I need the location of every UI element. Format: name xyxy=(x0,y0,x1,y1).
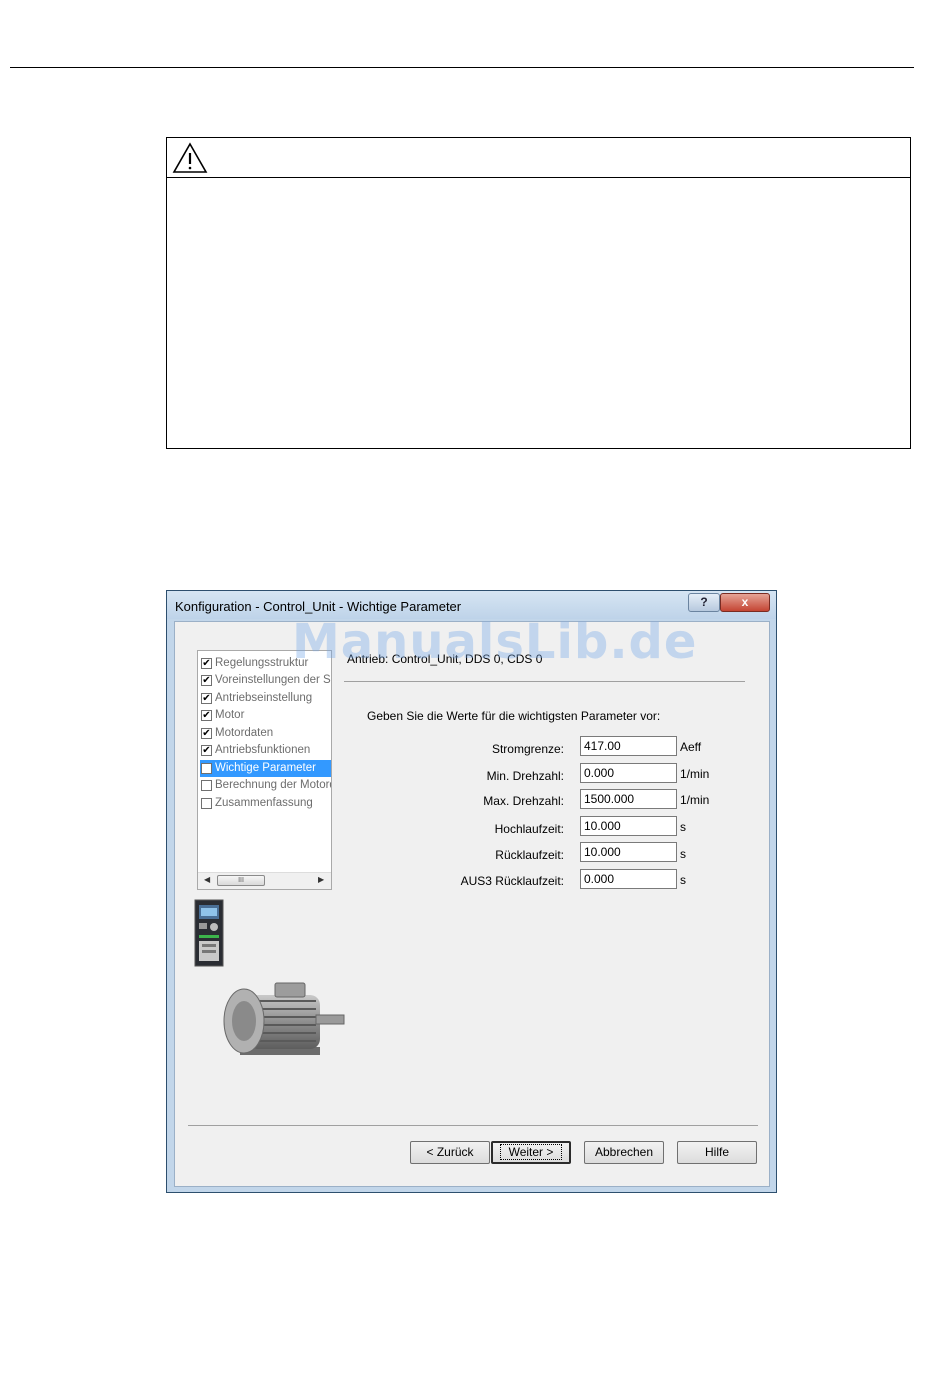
checkbox-checked-icon: ✔ xyxy=(201,710,212,721)
param-unit-ruecklaufzeit: s xyxy=(680,847,686,861)
tree-item-label: Voreinstellungen der Sollwerte xyxy=(215,674,331,686)
param-label-aus3-ruecklaufzeit: AUS3 Rücklaufzeit: xyxy=(460,874,564,888)
param-unit-min-drehzahl: 1/min xyxy=(680,767,710,781)
max-drehzahl-input[interactable] xyxy=(580,789,677,809)
tree-item-label: Berechnung der Motordaten xyxy=(215,779,331,791)
param-unit-stromgrenze: Aeff xyxy=(680,740,702,754)
motor-image xyxy=(223,982,345,1055)
help-button[interactable]: Hilfe xyxy=(677,1141,757,1164)
wizard-step-tree: ✔ Regelungsstruktur ✔ Voreinstellungen d… xyxy=(197,650,332,890)
tree-item-label: Antriebsfunktionen xyxy=(215,744,311,756)
stromgrenze-input[interactable] xyxy=(580,736,677,756)
param-unit-aus3-ruecklaufzeit: s xyxy=(680,873,686,887)
dialog-titlebar[interactable]: Konfiguration - Control_Unit - Wichtige … xyxy=(167,591,776,619)
config-dialog: Konfiguration - Control_Unit - Wichtige … xyxy=(166,590,777,1193)
tree-horizontal-scrollbar[interactable]: ◀ III ▶ xyxy=(198,872,331,889)
tree-item-wichtige-parameter[interactable]: Wichtige Parameter xyxy=(200,760,331,777)
param-label-min-drehzahl: Min. Drehzahl: xyxy=(486,769,564,783)
tree-item-label: Wichtige Parameter xyxy=(215,762,316,774)
next-button-label: Weiter > xyxy=(499,1144,563,1160)
cancel-button[interactable]: Abbrechen xyxy=(584,1141,664,1164)
param-label-max-drehzahl: Max. Drehzahl: xyxy=(483,794,564,808)
aus3-ruecklaufzeit-input[interactable] xyxy=(580,869,677,889)
checkbox-unchecked-icon xyxy=(201,798,212,809)
checkbox-checked-icon: ✔ xyxy=(201,693,212,704)
page-top-rule xyxy=(10,67,914,68)
scroll-thumb[interactable]: III xyxy=(217,875,265,886)
warning-triangle-icon xyxy=(172,142,208,173)
drive-label: Antrieb: Control_Unit, DDS 0, CDS 0 xyxy=(347,652,543,666)
warning-header xyxy=(167,138,910,178)
checkbox-checked-icon: ✔ xyxy=(201,658,212,669)
tree-item-label: Motor xyxy=(215,709,245,721)
param-label-hochlaufzeit: Hochlaufzeit: xyxy=(494,822,564,836)
param-unit-hochlaufzeit: s xyxy=(680,820,686,834)
warning-box xyxy=(166,137,911,449)
tree-item-berechnung[interactable]: Berechnung der Motordaten xyxy=(200,777,331,794)
checkbox-checked-icon: ✔ xyxy=(201,745,212,756)
tree-item-regelungsstruktur[interactable]: ✔ Regelungsstruktur xyxy=(200,655,331,672)
tree-item-voreinstellungen[interactable]: ✔ Voreinstellungen der Sollwerte xyxy=(200,672,331,689)
separator xyxy=(344,681,745,682)
param-label-stromgrenze: Stromgrenze: xyxy=(491,742,564,756)
drive-unit-image xyxy=(194,899,224,967)
tree-item-label: Motordaten xyxy=(215,727,274,739)
titlebar-close-button[interactable]: x xyxy=(720,593,770,612)
checkbox-checked-icon: ✔ xyxy=(201,675,212,686)
tree-item-label: Antriebseinstellung xyxy=(215,692,313,704)
param-label-ruecklaufzeit: Rücklaufzeit: xyxy=(495,848,564,862)
checkbox-checked-icon: ✔ xyxy=(201,728,212,739)
min-drehzahl-input[interactable] xyxy=(580,763,677,783)
hochlaufzeit-input[interactable] xyxy=(580,816,677,836)
titlebar-help-button[interactable]: ? xyxy=(688,593,720,612)
tree-item-label: Regelungsstruktur xyxy=(215,657,309,669)
dialog-client-area: ✔ Regelungsstruktur ✔ Voreinstellungen d… xyxy=(174,621,770,1187)
checkbox-unchecked-icon xyxy=(201,763,212,774)
tree-item-label: Zusammenfassung xyxy=(215,797,313,809)
checkbox-unchecked-icon xyxy=(201,780,212,791)
tree-item-motordaten[interactable]: ✔ Motordaten xyxy=(200,725,331,742)
param-unit-max-drehzahl: 1/min xyxy=(680,793,710,807)
dialog-title: Konfiguration - Control_Unit - Wichtige … xyxy=(175,599,462,614)
separator xyxy=(188,1125,758,1126)
tree-item-zusammenfassung[interactable]: Zusammenfassung xyxy=(200,795,331,812)
tree-item-motor[interactable]: ✔ Motor xyxy=(200,707,331,724)
back-button[interactable]: < Zurück xyxy=(410,1141,490,1164)
instruction-text: Geben Sie die Werte für die wichtigsten … xyxy=(367,709,661,723)
tree-item-antriebsfunktionen[interactable]: ✔ Antriebsfunktionen xyxy=(200,742,331,759)
next-button[interactable]: Weiter > xyxy=(491,1141,571,1164)
scroll-left-arrow-icon[interactable]: ◀ xyxy=(204,875,210,884)
tree-item-antriebseinstellung[interactable]: ✔ Antriebseinstellung xyxy=(200,690,331,707)
scroll-right-arrow-icon[interactable]: ▶ xyxy=(318,875,324,884)
ruecklaufzeit-input[interactable] xyxy=(580,842,677,862)
